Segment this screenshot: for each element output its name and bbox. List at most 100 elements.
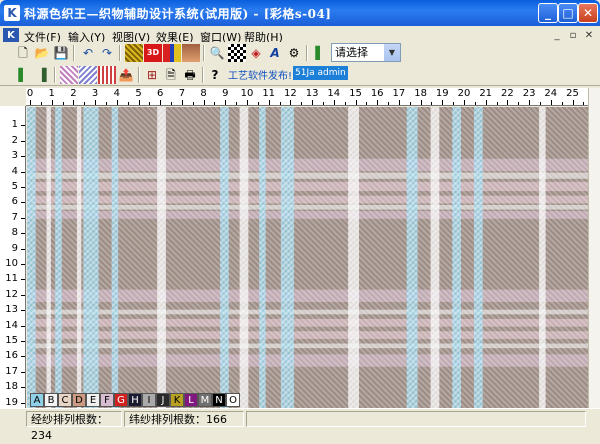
palette-swatch-b[interactable]: B [44,393,58,407]
grid-color-icon[interactable] [163,44,181,62]
mdi-close-button[interactable]: ✕ [582,29,596,42]
open-folder-icon[interactable]: 📂 [33,44,51,62]
palette-swatch-f[interactable]: F [100,393,114,407]
ruler-line-x [312,100,314,105]
ruler-minor-x [84,102,86,105]
palette-swatch-h[interactable]: H [128,393,142,407]
ruler-tick-y: 2 [11,134,18,146]
palette-swatch-n[interactable]: N [212,393,226,407]
new-file-icon[interactable]: 🗋 [14,44,32,62]
ruler-tick-x: 8 [200,88,207,99]
mdi-minimize-button[interactable]: _ [550,29,564,42]
palette-swatch-i[interactable]: I [142,393,156,407]
document-icon[interactable]: K [3,28,19,43]
fabric-texture [27,107,588,408]
ruler-minor-x [62,102,64,105]
warp-count: 经纱排列根数：234 [26,411,122,442]
ruler-tick-x: 17 [392,88,406,99]
fabric-image-icon[interactable] [182,44,200,62]
ruler-tick-y: 13 [5,304,18,316]
ruler-tick-y: 10 [5,258,18,269]
news-ticker-tag[interactable]: 51Ja admin [293,66,348,80]
ruler-line-y [21,356,25,358]
ruler-tick-x: 12 [284,88,297,99]
minimize-button[interactable]: _ [538,3,558,23]
window-title: 科源色织王—织物辅助设计系统(试用版) - [彩格s-04] [24,7,332,21]
ruler-tick-x: 7 [178,88,186,99]
ruler-line-y [21,217,25,219]
weave-pattern-icon[interactable] [125,44,143,62]
ruler-tick-x: 24 [544,88,558,99]
book-icon[interactable]: ▌ [311,44,329,62]
paint-icon[interactable]: ◈ [247,44,265,62]
ruler-line-x [485,100,487,105]
palette-swatch-c[interactable]: C [58,393,72,407]
color-grid-icon[interactable] [228,44,246,62]
ruler-tick-x: 0 [26,88,34,99]
palette-swatch-l[interactable]: L [184,393,198,407]
undo-icon[interactable]: ↶ [79,44,97,62]
vertical-scrollbar[interactable] [588,88,600,408]
redo-icon[interactable]: ↷ [98,44,116,62]
ruler-tick-y: 8 [11,227,18,239]
ruler-line-y [21,279,25,281]
ruler-line-x [464,100,465,105]
ruler-line-x [290,100,292,105]
ruler-line-x [550,100,552,105]
ruler-tick-x: 21 [479,88,493,99]
pattern-a-icon[interactable] [60,66,78,84]
palette-swatch-m[interactable]: M [198,393,212,407]
palette-swatch-k[interactable]: K [170,393,184,407]
pattern-select[interactable]: 请选择 ▼ [331,43,401,62]
export-icon[interactable]: 📤 [117,66,135,84]
save-icon[interactable]: 💾 [52,44,70,62]
palette-swatch-a[interactable]: A [30,393,44,407]
book-stack-icon[interactable]: ▐ [33,66,51,84]
ruler-line-x [225,100,227,105]
pattern-c-icon[interactable] [98,66,116,84]
preview-icon[interactable]: 🗎 [162,66,180,84]
palette-swatch-j[interactable]: J [156,393,170,407]
pattern-b-icon[interactable] [79,66,97,84]
ruler-minor-x [40,102,42,105]
text-a-icon[interactable]: A [266,44,284,62]
ruler-line-y [21,171,25,173]
settings-icon[interactable]: ⚙ [285,44,303,62]
zoom-in-icon[interactable]: 🔍 [208,44,226,62]
ruler-minor-x [366,102,368,105]
ruler-minor-x [518,102,520,105]
3d-view-icon[interactable]: 3D [144,44,162,62]
ruler-minor-x [192,102,194,105]
ruler-line-x [95,100,97,105]
ruler-line-y [21,248,25,250]
print-icon[interactable]: 🖶 [181,66,199,84]
help-icon[interactable]: ? [206,66,224,84]
mdi-restore-button[interactable]: ▫ [566,29,580,42]
close-button[interactable]: ✕ [578,3,598,23]
ruler-minor-x [322,102,324,105]
ruler-line-x [507,100,509,105]
view-grid-icon[interactable]: ⊞ [143,66,161,84]
ruler-minor-x [388,102,390,105]
news-ticker[interactable]: 工艺软件发布! [228,67,292,82]
maximize-button[interactable]: □ [558,3,578,23]
ruler-line-x [355,100,357,105]
palette-swatch-g[interactable]: G [114,393,128,407]
ruler-tick-y: 19 [5,396,18,408]
chevron-down-icon[interactable]: ▼ [384,44,400,61]
book-green-icon[interactable]: ▌ [14,66,32,84]
ruler-tick-y: 15 [5,335,18,346]
ruler-line-y [21,125,25,127]
fabric-canvas[interactable] [27,107,588,408]
ruler-tick-x: 4 [113,88,120,99]
ruler-tick-y: 14 [5,319,18,331]
palette-swatch-d[interactable]: D [72,393,86,407]
ruler-tick-x: 5 [135,88,142,99]
ruler-tick-x: 3 [91,88,99,99]
ruler-minor-x [496,102,498,105]
ruler-minor-x [214,102,216,105]
ruler-tick-y: 17 [5,365,18,377]
ruler-line-x [442,100,444,105]
palette-swatch-e[interactable]: E [86,393,100,407]
palette-swatch-o[interactable]: O [226,393,240,407]
